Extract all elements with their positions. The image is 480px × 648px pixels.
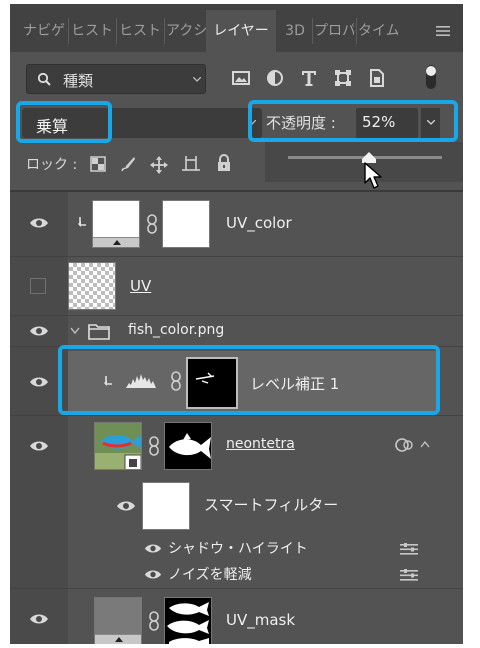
layer-name: neontetra [226,436,295,452]
layer-thumbnail [94,597,142,644]
filter-toggle-icon[interactable] [424,64,438,90]
smart-filter-label: スマートフィルター [204,496,339,514]
chevron-down-icon [193,77,201,82]
lock-image-pixels-icon[interactable] [120,156,136,172]
eye-icon[interactable] [29,613,49,625]
smart-filter-badge-icon [395,438,413,452]
selected-layer-highlight [58,345,440,415]
visibility-column [10,562,68,588]
link-chain-icon[interactable] [146,214,158,234]
layer-name: UV_color [226,214,292,232]
layer-row-uv[interactable]: UV [10,257,463,315]
eye-icon[interactable] [116,500,136,512]
blend-mode-highlight [16,101,112,143]
tab-separator [312,18,313,44]
lock-position-icon[interactable] [150,156,168,174]
link-chain-icon[interactable] [148,611,160,631]
smart-filter-mask-thumbnail[interactable] [142,482,190,530]
filter-smart-object-icon[interactable] [368,68,386,88]
layer-row-neontetra[interactable]: neontetra [10,416,463,476]
tab-separator [116,18,117,44]
tab-separator [164,18,165,44]
filter-adjustment-layer-icon[interactable] [266,68,284,88]
lock-artboard-icon[interactable] [182,156,200,174]
layer-mask-thumbnail[interactable] [164,422,212,470]
layer-name: UV_mask [226,611,296,629]
link-chain-icon[interactable] [148,436,160,456]
visibility-column [10,536,68,562]
fish-mask-icon [167,602,209,644]
tab-timeline[interactable]: タイム [358,10,398,52]
filter-row-shadow-highlight[interactable]: シャドウ・ハイライト [10,536,463,562]
filter-row-reduce-noise[interactable]: ノイズを軽減 [10,562,463,588]
smart-object-marker-icon [113,240,121,245]
layers-panel: ナビゲ ヒスト ヒスト アクシ レイヤー 3D プロパ タイム 種類 乗算 不透… [10,4,463,644]
filter-options-icon[interactable] [400,569,418,582]
lock-all-icon[interactable] [216,154,232,172]
filter-name: シャドウ・ハイライト [168,541,308,557]
tab-actions[interactable]: アクシ [166,10,206,52]
visibility-off-box[interactable] [30,278,46,294]
search-icon [37,72,51,86]
lock-label: ロック : [26,157,78,173]
fish-silhouette-icon [169,433,211,459]
smart-object-marker-icon [115,637,123,642]
tab-separator [68,18,69,44]
layer-thumbnail [68,262,116,310]
filter-pixel-layer-icon[interactable] [232,68,250,88]
eye-icon[interactable] [144,543,162,554]
panel-menu-icon[interactable] [436,26,450,36]
filter-name: ノイズを軽減 [168,567,252,583]
filter-kind-select[interactable]: 種類 [26,64,206,94]
lock-transparent-pixels-icon[interactable] [90,156,106,172]
tab-history-2[interactable]: ヒスト [118,10,162,52]
tab-3d[interactable]: 3D [280,10,310,52]
filter-options-icon[interactable] [400,543,418,556]
layer-thumbnail [92,200,140,248]
clipping-arrow-icon [78,217,86,227]
filter-kind-label: 種類 [63,72,94,90]
eye-icon[interactable] [29,217,49,229]
tab-navigator[interactable]: ナビゲ [22,10,66,52]
layer-name: fish_color.png [128,322,225,338]
tab-history-1[interactable]: ヒスト [70,10,114,52]
tab-bar: ナビゲ ヒスト ヒスト アクシ レイヤー 3D プロパ タイム [10,4,463,52]
mouse-cursor-icon [364,162,382,189]
tab-separator [356,18,357,44]
fish-photo-icon [95,423,141,469]
layer-row-uv-mask[interactable]: UV_mask [10,589,463,644]
tab-properties[interactable]: プロパ [314,10,354,52]
eye-icon[interactable] [144,569,162,580]
folder-icon [88,324,110,340]
layer-mask-thumbnail[interactable] [164,597,212,644]
layer-name: UV [130,277,152,295]
eye-icon[interactable] [29,376,49,388]
layer-row-fish-color-group[interactable]: fish_color.png [10,316,463,346]
chevron-down-icon[interactable] [70,327,80,335]
eye-icon[interactable] [29,440,49,452]
filter-shape-layer-icon[interactable] [334,68,352,88]
chevron-up-icon[interactable] [420,440,430,448]
layer-thumbnail [94,422,142,470]
filter-type-layer-icon[interactable] [300,68,318,88]
tab-layers[interactable]: レイヤー [206,10,276,52]
eye-icon[interactable] [29,325,49,337]
layer-mask-thumbnail[interactable] [162,200,210,248]
opacity-highlight [248,100,458,142]
layer-row-uv-color[interactable]: UV_color [10,192,463,256]
smart-filter-row[interactable]: スマートフィルター [10,476,463,536]
visibility-column [10,476,68,536]
